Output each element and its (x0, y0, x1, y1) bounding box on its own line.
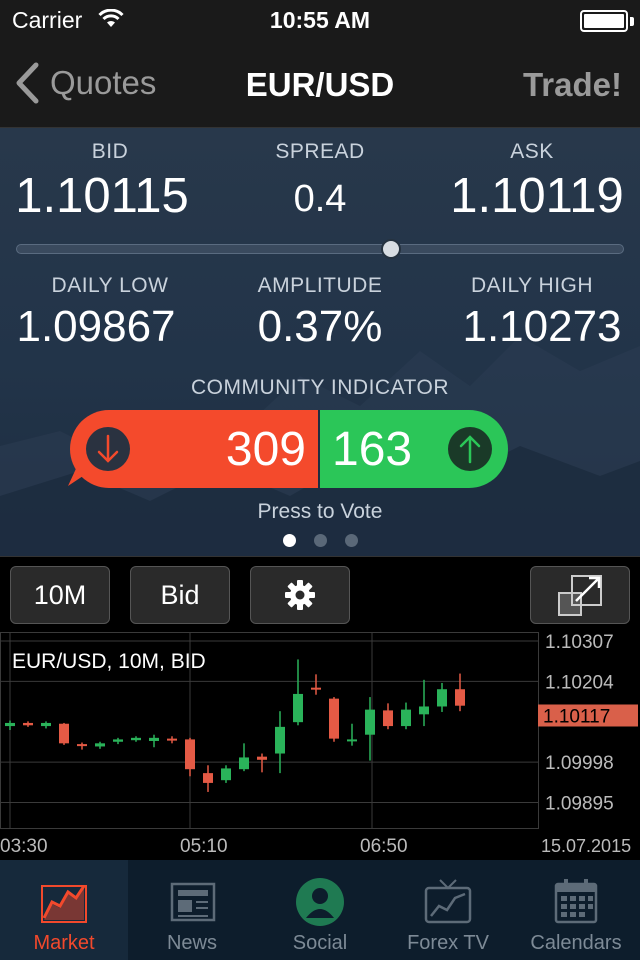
y-tick-label: 1.09895 (545, 794, 614, 815)
amplitude-label: AMPLITUDE (257, 274, 383, 297)
candle-body (311, 687, 321, 690)
sell-vote-button[interactable]: 309 (68, 410, 318, 488)
tv-icon (422, 876, 474, 928)
page-dot[interactable] (282, 534, 296, 547)
candle-body (401, 709, 411, 727)
chart-toolbar: 10M Bid (0, 556, 640, 632)
candle-body (95, 743, 105, 747)
daily-range-marker (380, 239, 401, 259)
spread-label: SPREAD (275, 140, 365, 163)
daily-low-label: DAILY LOW (51, 274, 169, 297)
sell-vote-count: 309 (225, 423, 306, 476)
candle-body (347, 739, 357, 742)
status-time: 10:55 AM (269, 7, 371, 33)
daily-high-value: 1.10273 (462, 302, 622, 351)
candle-body (365, 709, 375, 735)
candle-body (293, 693, 303, 723)
candle-body (41, 722, 51, 727)
navigation-bar: Quotes EUR/USD Trade! (0, 40, 640, 128)
tab-calendars[interactable]: Calendars (512, 860, 640, 960)
page-dot[interactable] (313, 534, 327, 547)
y-tick-label: 1.10204 (545, 672, 614, 693)
buy-vote-button[interactable]: 163 (318, 410, 508, 488)
y-tick-label: 1.09998 (545, 753, 614, 774)
candle-body (185, 739, 195, 770)
candlestick-chart[interactable]: 1.10307 1.10204 1.09998 1.09895 03:30 05:10 06… (0, 632, 640, 860)
chart-legend: EUR/USD, 10M, BID (12, 650, 206, 673)
candle-body (113, 739, 123, 742)
battery-icon (580, 10, 628, 32)
tab-market[interactable]: Market (0, 860, 128, 960)
quote-panel: BID 1.10115 SPREAD 0.4 ASK 1.10119 DAILY… (0, 128, 640, 556)
trade-button[interactable]: Trade! (523, 66, 622, 104)
tab-forex-tv[interactable]: Forex TV (384, 860, 512, 960)
bid-value: 1.10115 (15, 169, 189, 223)
spread-value: 0.4 (293, 178, 347, 220)
ask-label: ASK (510, 140, 554, 163)
status-bar: Carrier 10:55 AM (0, 0, 640, 40)
x-tick-label: 05:10 (180, 836, 228, 857)
tab-label: Forex TV (407, 932, 489, 954)
expand-icon (558, 575, 602, 616)
battery-tip (630, 17, 634, 26)
calendar-icon (550, 876, 602, 928)
candle-body (131, 737, 141, 741)
candle-body (383, 710, 393, 727)
candle-body (239, 757, 249, 770)
arrow-down-icon (86, 427, 130, 471)
arrow-up-icon (448, 427, 492, 471)
candle-body (455, 689, 465, 706)
page-indicator[interactable] (0, 534, 640, 547)
back-button[interactable]: Quotes (14, 58, 156, 108)
candle-body (77, 744, 87, 747)
tab-label: Market (33, 932, 95, 954)
ask-value: 1.10119 (450, 169, 624, 223)
chevron-left-icon (16, 62, 39, 104)
price-type-button[interactable]: Bid (130, 566, 230, 624)
person-icon (294, 876, 346, 928)
tab-bar: Market News Social Forex TV Calendars (0, 860, 640, 960)
tab-label: Social (292, 932, 348, 954)
current-price-label: 1.10117 (543, 706, 610, 727)
amplitude-value: 0.37% (257, 302, 383, 351)
back-label: Quotes (50, 64, 157, 101)
daily-high-label: DAILY HIGH (470, 274, 594, 297)
candle-body (23, 722, 33, 726)
candle-body (221, 768, 231, 781)
timeframe-button[interactable]: 10M (10, 566, 110, 624)
candle-body (329, 698, 339, 739)
market-chart-icon (38, 876, 90, 928)
candle-body (419, 706, 429, 715)
chart-date-label: 15.07.2015 (541, 836, 631, 856)
x-tick-label: 06:50 (360, 836, 408, 857)
community-indicator-title: COMMUNITY INDICATOR (190, 376, 449, 399)
tab-social[interactable]: Social (256, 860, 384, 960)
chart-canvas[interactable]: 1.10307 1.10204 1.09998 1.09895 03:30 05:10 06… (0, 632, 640, 860)
candle-body (149, 737, 159, 741)
tab-label: Calendars (530, 932, 622, 954)
candle-body (257, 756, 267, 760)
newspaper-icon (166, 876, 218, 928)
tab-news[interactable]: News (128, 860, 256, 960)
daily-low-value: 1.09867 (16, 302, 176, 351)
buy-vote-count: 163 (332, 423, 413, 476)
chart-settings-button[interactable] (250, 566, 350, 624)
candle-body (59, 723, 69, 744)
x-tick-label: 03:30 (0, 836, 48, 857)
community-vote-widget[interactable]: 309 163 (68, 410, 508, 488)
press-to-vote-label: Press to Vote (257, 500, 383, 523)
candle-body (203, 773, 213, 783)
candle-body (5, 722, 15, 727)
candle-body (275, 726, 285, 754)
candle-body (167, 738, 177, 741)
daily-range-track (16, 244, 624, 254)
candle-body (437, 689, 447, 707)
y-tick-label: 1.10307 (545, 632, 614, 653)
gear-icon (285, 580, 315, 610)
page-dot[interactable] (344, 534, 358, 547)
tab-label: News (166, 932, 217, 954)
bid-label: BID (91, 140, 129, 163)
fullscreen-button[interactable] (530, 566, 630, 624)
